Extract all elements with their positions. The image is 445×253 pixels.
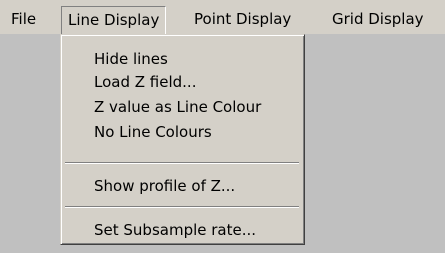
menu-file[interactable]: File <box>5 7 42 31</box>
menu-item-z-value-as-line-colour[interactable]: Z value as Line Colour <box>63 95 302 119</box>
line-display-dropdown: Hide lines Load Z field... Z value as Li… <box>60 34 305 245</box>
menu-separator <box>65 162 299 164</box>
menu-grid-display[interactable]: Grid Display <box>326 7 430 31</box>
menu-item-no-line-colours[interactable]: No Line Colours <box>63 120 302 144</box>
menu-item-set-subsample-rate[interactable]: Set Subsample rate... <box>63 218 302 242</box>
menu-item-hide-lines[interactable]: Hide lines <box>63 47 302 71</box>
menu-item-show-profile-of-z[interactable]: Show profile of Z... <box>63 174 302 198</box>
menu-item-load-z-field[interactable]: Load Z field... <box>63 70 302 94</box>
menu-line-display[interactable]: Line Display <box>61 6 167 34</box>
menu-separator <box>65 206 299 208</box>
menu-bar: File Line Display Point Display Grid Dis… <box>0 0 445 34</box>
menu-point-display[interactable]: Point Display <box>188 7 297 31</box>
